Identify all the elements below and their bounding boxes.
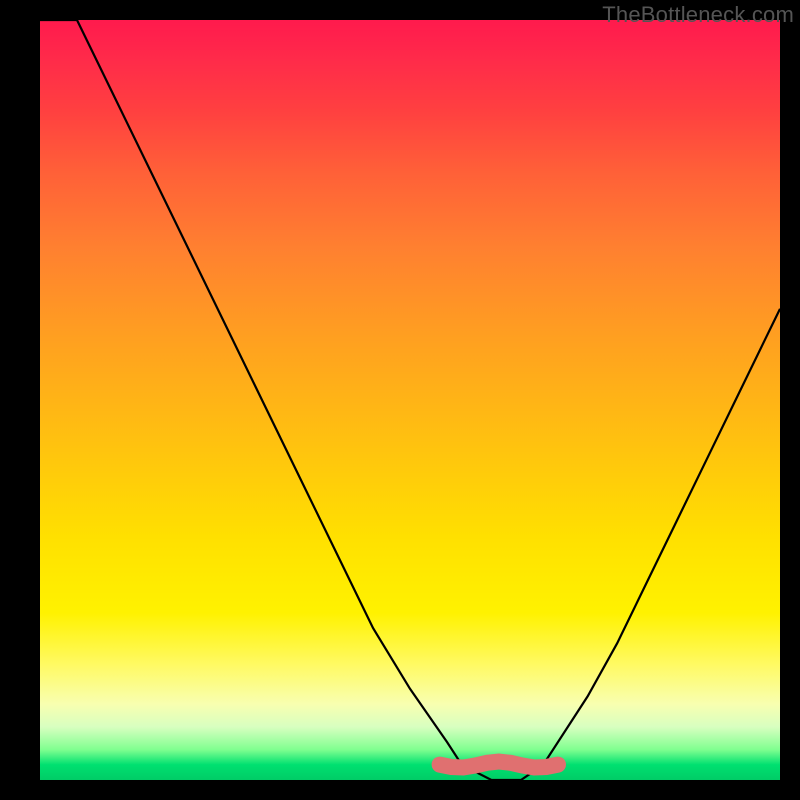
bottleneck-curve xyxy=(40,20,780,780)
curve-layer xyxy=(40,20,780,780)
plot-area xyxy=(40,20,780,780)
watermark-text: TheBottleneck.com xyxy=(602,2,794,28)
optimal-zone-marker xyxy=(440,762,558,768)
chart-frame: TheBottleneck.com xyxy=(0,0,800,800)
